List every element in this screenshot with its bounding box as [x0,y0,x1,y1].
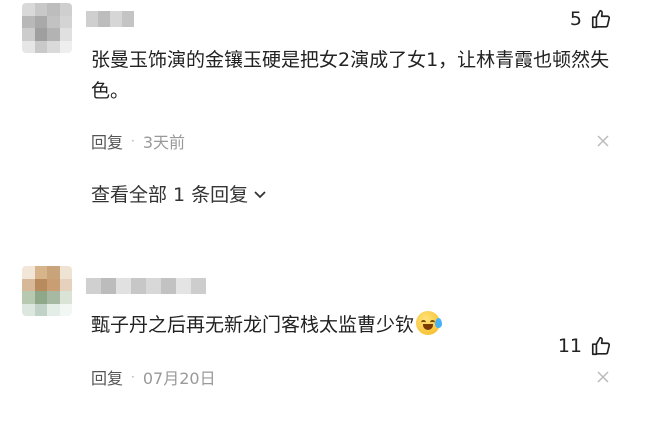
chevron-down-icon [254,190,266,198]
like-count: 5 [569,8,582,30]
laughing-crying-emoji [416,311,443,335]
comment-meta: 回复 · 3天前 [91,129,185,153]
close-icon[interactable] [596,134,610,148]
separator-dot: · [131,370,135,384]
thumbs-up-icon[interactable] [590,8,612,30]
username-blurred[interactable] [86,11,134,27]
separator-dot: · [131,134,135,148]
comment-item: 5 张曼玉饰演的金镶玉硬是把女2演成了女1，让林青霞也顿然失色。 回复 · 3天… [0,0,652,222]
comment-time: 3天前 [142,133,186,152]
comment-text: 张曼玉饰演的金镶玉硬是把女2演成了女1，让林青霞也顿然失色。 [91,49,610,102]
view-replies-label: 查看全部 1 条回复 [91,184,249,206]
avatar[interactable] [22,266,72,316]
reply-button[interactable]: 回复 [91,365,123,389]
like-control[interactable]: 5 [570,8,612,30]
comment-text-content: 甄子丹之后再无新龙门客栈太监曹少钦 [91,314,415,336]
comment-time: 07月20日 [142,369,216,388]
close-icon[interactable] [596,370,610,384]
reply-button[interactable]: 回复 [91,129,123,153]
comment-meta: 回复 · 07月20日 [91,365,216,389]
view-replies-button[interactable]: 查看全部 1 条回复 [91,180,268,207]
like-control[interactable]: 11 [558,271,612,421]
username-blurred[interactable] [86,278,206,294]
avatar[interactable] [22,3,72,53]
comment-text-2: 甄子丹之后再无新龙门客栈太监曹少钦 [91,310,621,341]
